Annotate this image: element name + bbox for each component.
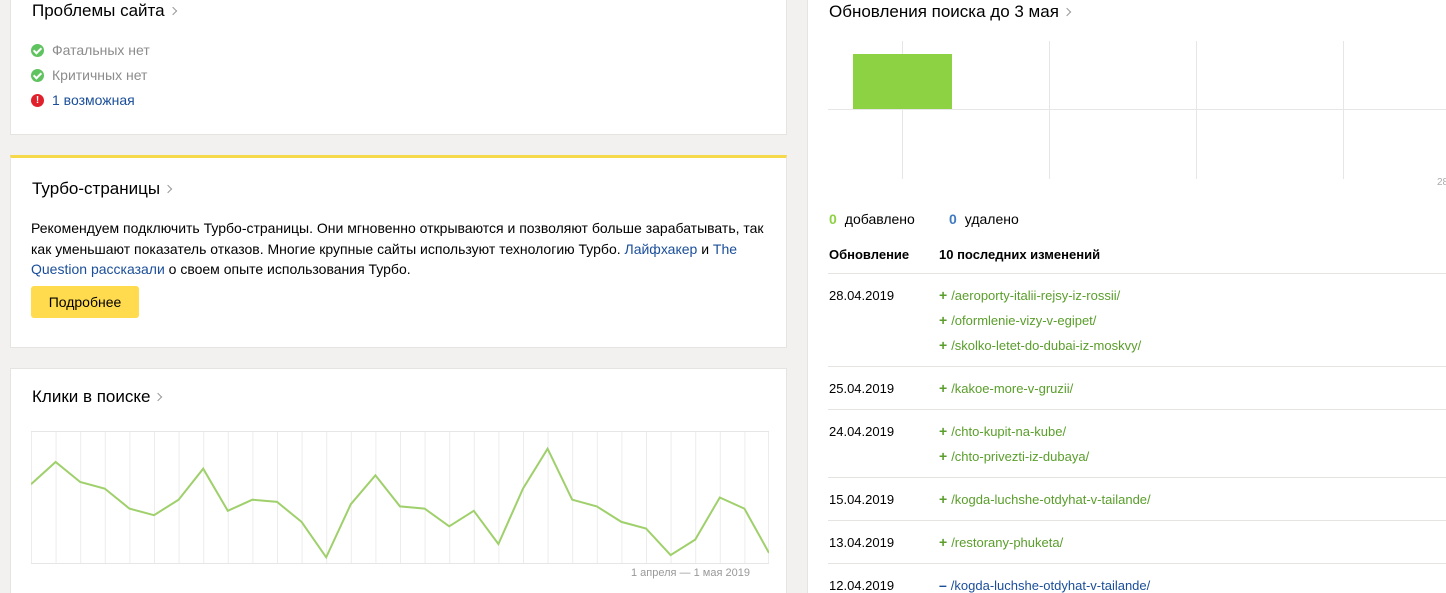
chevron-right-icon: [154, 392, 163, 402]
change-url-link[interactable]: /kakoe-more-v-gruzii/: [951, 381, 1073, 396]
plus-icon: +: [939, 448, 948, 464]
chevron-right-icon: [1062, 7, 1072, 17]
check-circle-icon: [31, 68, 44, 82]
check-circle-icon: [31, 43, 44, 57]
change-url-link[interactable]: /chto-privezti-iz-dubaya/: [951, 449, 1089, 464]
plus-icon: +: [939, 534, 948, 550]
update-date: 15.04.2019: [829, 492, 895, 507]
more-details-button[interactable]: Подробнее: [31, 286, 139, 318]
change-url-link[interactable]: /skolko-letet-do-dubai-iz-moskvy/: [951, 338, 1141, 353]
minus-icon: –: [939, 577, 947, 593]
row-divider: [828, 409, 1446, 410]
problem-possible[interactable]: ! 1 возможная: [31, 92, 135, 108]
change-url-link[interactable]: /kogda-luchshe-otdyhat-v-tailande/: [951, 492, 1150, 507]
change-url-link[interactable]: /aeroporty-italii-rejsy-iz-rossii/: [951, 288, 1120, 303]
added-url[interactable]: +/kakoe-more-v-gruzii/: [939, 380, 1073, 396]
col-update-header: Обновление: [829, 247, 910, 262]
added-url[interactable]: +/chto-kupit-na-kube/: [939, 423, 1066, 439]
update-date: 13.04.2019: [829, 535, 895, 550]
row-divider: [828, 563, 1446, 564]
update-date: 25.04.2019: [829, 381, 895, 396]
problem-critical: Критичных нет: [31, 67, 147, 83]
search-updates-title[interactable]: Обновления поиска до 3 мая: [829, 2, 1072, 22]
update-date: 28.04.2019: [829, 288, 895, 303]
added-legend: 0 добавлено: [829, 211, 915, 227]
chevron-right-icon: [168, 6, 177, 16]
change-url-link[interactable]: /oformlenie-vizy-v-egipet/: [951, 313, 1096, 328]
added-url[interactable]: +/oformlenie-vizy-v-egipet/: [939, 312, 1096, 328]
row-divider: [828, 273, 1446, 274]
search-clicks-title[interactable]: Клики в поиске: [32, 387, 163, 407]
added-url[interactable]: +/aeroporty-italii-rejsy-iz-rossii/: [939, 287, 1120, 303]
removed-url[interactable]: –/kogda-luchshe-otdyhat-v-tailande/: [939, 577, 1150, 593]
plus-icon: +: [939, 337, 948, 353]
plus-icon: +: [939, 423, 948, 439]
update-date: 24.04.2019: [829, 424, 895, 439]
plus-icon: +: [939, 287, 948, 303]
added-url[interactable]: +/restorany-phuketa/: [939, 534, 1063, 550]
chevron-right-icon: [163, 184, 173, 194]
site-problems-title[interactable]: Проблемы сайта: [32, 1, 177, 21]
turbo-pages-card: Турбо-страницы Рекомендуем подключить Ту…: [10, 155, 787, 348]
change-url-link[interactable]: /restorany-phuketa/: [951, 535, 1063, 550]
removed-legend: 0 удалено: [949, 211, 1019, 227]
site-problems-card: Проблемы сайта Фатальных нет Критичных н…: [10, 0, 787, 135]
added-url[interactable]: +/skolko-letet-do-dubai-iz-moskvy/: [939, 337, 1141, 353]
exclamation-circle-icon: !: [31, 93, 44, 107]
turbo-pages-title[interactable]: Турбо-страницы: [32, 179, 173, 199]
lifehacker-link[interactable]: Лайфхакер: [625, 241, 698, 257]
col-changes-header: 10 последних изменений: [939, 247, 1101, 262]
axis-tick-label: 28: [1437, 177, 1446, 188]
change-url-link[interactable]: /chto-kupit-na-kube/: [951, 424, 1066, 439]
row-divider: [828, 477, 1446, 478]
update-date: 12.04.2019: [829, 578, 895, 593]
problem-fatal: Фатальных нет: [31, 42, 150, 58]
plus-icon: +: [939, 312, 948, 328]
chart-period-label: 1 апреля — 1 мая 2019: [631, 567, 750, 579]
change-url-link[interactable]: /kogda-luchshe-otdyhat-v-tailande/: [951, 578, 1150, 593]
updates-chart: [828, 41, 1446, 179]
turbo-description: Рекомендуем подключить Турбо-страницы. О…: [31, 220, 764, 277]
row-divider: [828, 366, 1446, 367]
plus-icon: +: [939, 380, 948, 396]
plus-icon: +: [939, 491, 948, 507]
added-url[interactable]: +/kogda-luchshe-otdyhat-v-tailande/: [939, 491, 1151, 507]
search-clicks-card: Клики в поиске 1 апреля — 1 мая 2019: [10, 368, 787, 593]
update-bar: [853, 54, 952, 109]
row-divider: [828, 520, 1446, 521]
added-url[interactable]: +/chto-privezti-iz-dubaya/: [939, 448, 1089, 464]
clicks-chart: [31, 431, 769, 564]
search-updates-card: Обновления поиска до 3 мая 28 0 добавлено…: [807, 0, 1446, 593]
told-link[interactable]: рассказали: [91, 261, 165, 277]
